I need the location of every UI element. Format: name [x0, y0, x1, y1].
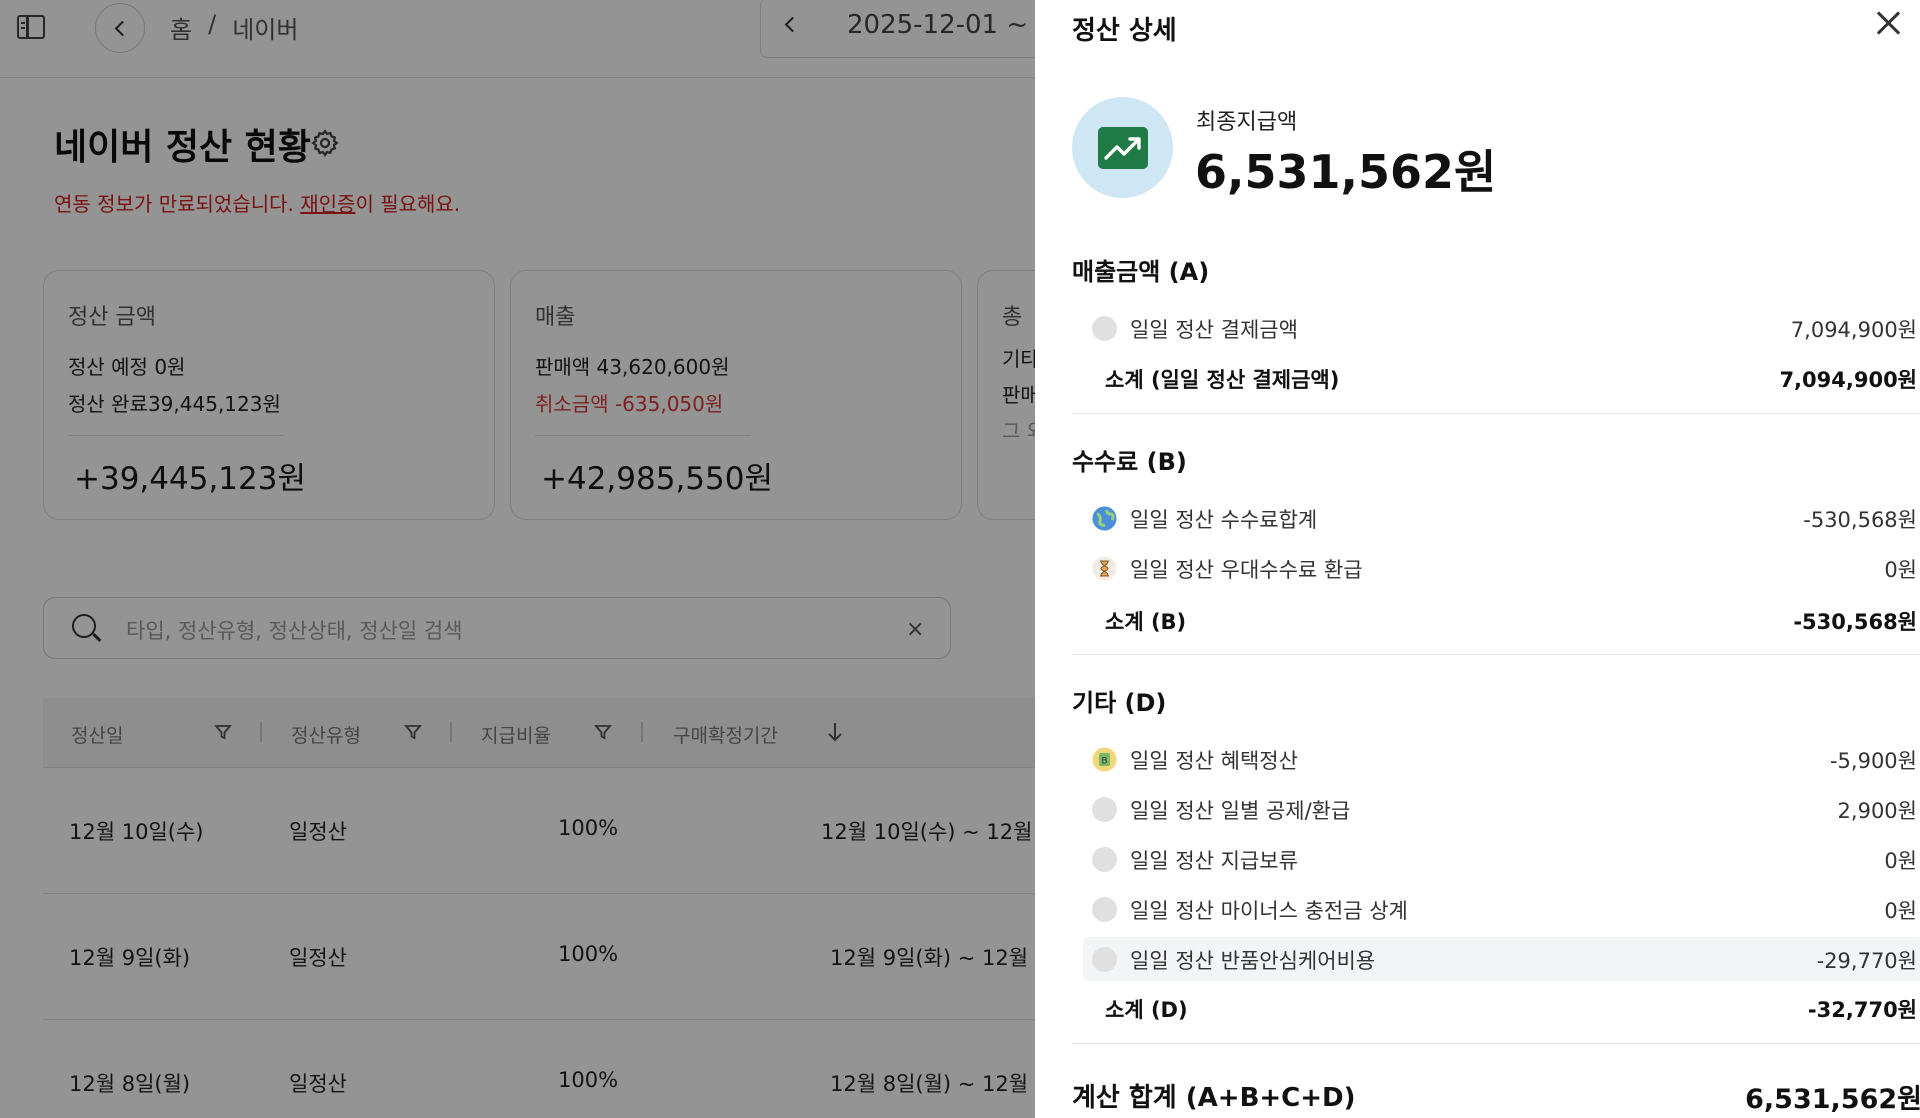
globe-icon: [1092, 506, 1117, 531]
close-icon[interactable]: [1874, 8, 1904, 38]
list-item: 일일 정산 지급보류 0원: [1085, 837, 1920, 881]
subtotal-label: 소계 (B): [1105, 610, 1187, 634]
list-item-hovered[interactable]: 일일 정산 반품안심케어비용 -29,770원: [1083, 937, 1920, 981]
list-item: 일일 정산 결제금액 7,094,900원: [1085, 306, 1920, 350]
subtotal-label: 소계 (D): [1105, 998, 1188, 1022]
hourglass-icon: [1092, 556, 1117, 581]
final-payment-badge: [1072, 97, 1173, 198]
subtotal-row: 소계 (일일 정산 결제금액) 7,094,900원: [1083, 358, 1920, 398]
grand-total-row: 계산 합계 (A+B+C+D) 6,531,562원: [1072, 1075, 1920, 1118]
section-title-sales: 매출금액 (A): [1072, 258, 1210, 286]
section-divider: [1072, 1043, 1920, 1044]
item-amount: 7,094,900원: [1790, 318, 1917, 342]
item-label: 일일 정산 결제금액: [1130, 318, 1298, 342]
subtotal-label: 소계 (일일 정산 결제금액): [1105, 368, 1340, 392]
section-divider: [1072, 413, 1920, 414]
item-label: 일일 정산 반품안심케어비용: [1130, 949, 1376, 973]
item-label: 일일 정산 일별 공제/환급: [1130, 799, 1351, 823]
section-title-fees: 수수료 (B): [1072, 448, 1187, 476]
section-title-other: 기타 (D): [1072, 689, 1167, 717]
list-item: 일일 정산 우대수수료 환급 0원: [1085, 546, 1920, 590]
placeholder-icon: [1092, 797, 1117, 822]
subtotal-amount: -32,770원: [1807, 998, 1917, 1022]
placeholder-icon: [1092, 947, 1117, 972]
final-payment-label: 최종지급액: [1196, 110, 1298, 135]
item-label: 일일 정산 혜택정산: [1130, 749, 1298, 773]
placeholder-icon: [1092, 316, 1117, 341]
svg-text:B: B: [1101, 757, 1107, 767]
placeholder-icon: [1092, 847, 1117, 872]
item-label: 일일 정산 마이너스 충전금 상계: [1130, 899, 1408, 923]
settlement-detail-drawer: 정산 상세 최종지급액 6,531,562원 매출금액 (A) 일일 정산 결제…: [1035, 0, 1920, 1118]
subtotal-amount: 7,094,900원: [1779, 368, 1917, 392]
section-divider: [1072, 654, 1920, 655]
subtotal-amount: -530,568원: [1793, 610, 1917, 634]
item-amount: 0원: [1884, 558, 1917, 582]
item-label: 일일 정산 우대수수료 환급: [1130, 558, 1363, 582]
item-label: 일일 정산 수수료합계: [1130, 508, 1318, 532]
placeholder-icon: [1092, 897, 1117, 922]
item-amount: -5,900원: [1829, 749, 1917, 773]
item-amount: 0원: [1884, 899, 1917, 923]
list-item: 일일 정산 일별 공제/환급 2,900원: [1085, 787, 1920, 831]
benefit-coupon-icon: B: [1092, 747, 1117, 772]
grand-total-label: 계산 합계 (A+B+C+D): [1072, 1083, 1356, 1113]
list-item: 일일 정산 수수료합계 -530,568원: [1085, 496, 1920, 540]
item-amount: -530,568원: [1803, 508, 1917, 532]
list-item: 일일 정산 마이너스 충전금 상계 0원: [1085, 887, 1920, 931]
list-item: B 일일 정산 혜택정산 -5,900원: [1085, 737, 1920, 781]
item-amount: -29,770원: [1816, 949, 1917, 973]
drawer-title: 정산 상세: [1072, 16, 1177, 46]
item-amount: 0원: [1884, 849, 1917, 873]
chart-up-icon: [1097, 126, 1148, 169]
subtotal-row: 소계 (B) -530,568원: [1083, 600, 1920, 640]
item-label: 일일 정산 지급보류: [1130, 849, 1298, 873]
item-amount: 2,900원: [1837, 799, 1917, 823]
grand-total-amount: 6,531,562원: [1745, 1084, 1920, 1115]
final-payment-amount: 6,531,562원: [1195, 145, 1497, 199]
subtotal-row: 소계 (D) -32,770원: [1083, 988, 1920, 1028]
